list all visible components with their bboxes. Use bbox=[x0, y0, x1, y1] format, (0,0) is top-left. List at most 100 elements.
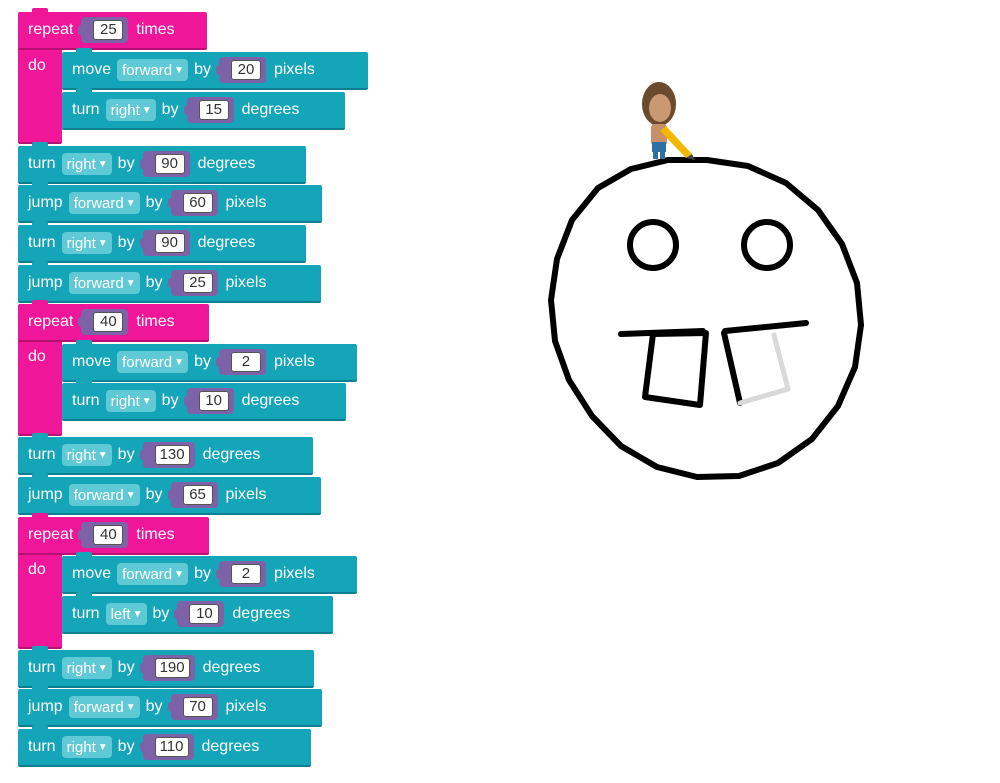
turn-block[interactable]: turn right ▼ by 90 degrees bbox=[18, 221, 306, 263]
unit-label: pixels bbox=[273, 565, 315, 582]
drawing-canvas bbox=[548, 82, 864, 480]
left-tooth bbox=[642, 330, 709, 408]
times-label: times bbox=[136, 21, 175, 38]
jump-label: jump bbox=[28, 698, 63, 715]
angle-input[interactable]: 110 bbox=[139, 734, 194, 760]
turn-block[interactable]: turn right ▼ by 110 degrees bbox=[18, 725, 311, 767]
distance-input[interactable]: 20 bbox=[215, 57, 266, 83]
by-label: by bbox=[117, 446, 135, 463]
direction-dropdown[interactable]: forward ▼ bbox=[68, 192, 140, 214]
turn-block[interactable]: turn right ▼ by 90 degrees bbox=[18, 142, 306, 184]
turn-block[interactable]: turn right ▼ by 10 degrees bbox=[62, 379, 346, 421]
repeat-label: repeat bbox=[28, 313, 74, 330]
do-label: do bbox=[28, 348, 46, 365]
distance-input[interactable]: 25 bbox=[167, 270, 218, 296]
repeat-label: repeat bbox=[28, 21, 74, 38]
unit-label: degrees bbox=[232, 605, 291, 622]
jump-block[interactable]: jump forward ▼ by 70 pixels bbox=[18, 685, 322, 727]
repeat-block[interactable]: repeat 25 times bbox=[18, 8, 207, 50]
chevron-down-icon: ▼ bbox=[174, 568, 185, 580]
turn-label: turn bbox=[72, 392, 100, 409]
direction-dropdown[interactable]: right ▼ bbox=[61, 232, 112, 254]
repeat-count-input[interactable]: 25 bbox=[78, 17, 129, 43]
chevron-down-icon: ▼ bbox=[125, 197, 136, 209]
right-tooth bbox=[721, 330, 743, 406]
move-label: move bbox=[72, 565, 112, 582]
distance-input[interactable]: 2 bbox=[215, 349, 266, 375]
turn-label: turn bbox=[28, 155, 56, 172]
turn-block[interactable]: turn right ▼ by 190 degrees bbox=[18, 646, 314, 688]
direction-dropdown[interactable]: right ▼ bbox=[105, 99, 156, 121]
left-eye bbox=[627, 219, 679, 271]
angle-input[interactable]: 90 bbox=[139, 230, 190, 256]
by-label: by bbox=[145, 194, 163, 211]
turn-label: turn bbox=[28, 738, 56, 755]
unit-label: pixels bbox=[225, 194, 267, 211]
distance-input[interactable]: 2 bbox=[215, 561, 266, 587]
jump-block[interactable]: jump forward ▼ by 65 pixels bbox=[18, 473, 321, 515]
distance-input[interactable]: 60 bbox=[167, 190, 218, 216]
unit-label: degrees bbox=[241, 101, 300, 118]
turn-label: turn bbox=[72, 605, 100, 622]
move-block[interactable]: move forward ▼ by 2 pixels bbox=[62, 340, 357, 382]
unit-label: pixels bbox=[225, 274, 267, 291]
direction-dropdown[interactable]: forward ▼ bbox=[117, 59, 189, 81]
unit-label: pixels bbox=[273, 353, 315, 370]
by-label: by bbox=[145, 486, 163, 503]
unit-label: pixels bbox=[225, 698, 267, 715]
faded-tooth bbox=[737, 332, 791, 406]
angle-input[interactable]: 90 bbox=[139, 151, 190, 177]
by-label: by bbox=[194, 565, 211, 582]
turn-label: turn bbox=[72, 101, 100, 118]
turn-block[interactable]: turn right ▼ by 15 degrees bbox=[62, 88, 345, 130]
distance-input[interactable]: 70 bbox=[167, 694, 218, 720]
direction-dropdown[interactable]: right ▼ bbox=[61, 444, 112, 466]
unit-label: degrees bbox=[202, 446, 261, 463]
right-eye bbox=[741, 219, 793, 271]
repeat-block[interactable]: repeat 40 times bbox=[18, 513, 209, 555]
turn-block[interactable]: turn right ▼ by 130 degrees bbox=[18, 433, 313, 475]
direction-dropdown[interactable]: forward ▼ bbox=[117, 351, 189, 373]
jump-block[interactable]: jump forward ▼ by 60 pixels bbox=[18, 181, 322, 223]
chevron-down-icon: ▼ bbox=[97, 237, 108, 249]
repeat-block[interactable]: repeat 40 times bbox=[18, 300, 209, 342]
angle-input[interactable]: 10 bbox=[183, 388, 234, 414]
face-outline bbox=[548, 157, 864, 480]
jump-label: jump bbox=[28, 274, 63, 291]
move-label: move bbox=[72, 61, 112, 78]
angle-input[interactable]: 15 bbox=[183, 97, 234, 123]
direction-dropdown[interactable]: forward ▼ bbox=[68, 696, 140, 718]
by-label: by bbox=[117, 155, 135, 172]
move-label: move bbox=[72, 353, 112, 370]
repeat-count-input[interactable]: 40 bbox=[78, 522, 129, 548]
chevron-down-icon: ▼ bbox=[125, 277, 136, 289]
distance-input[interactable]: 65 bbox=[167, 482, 218, 508]
direction-dropdown[interactable]: right ▼ bbox=[61, 736, 112, 758]
unit-label: degrees bbox=[241, 392, 300, 409]
direction-dropdown[interactable]: forward ▼ bbox=[117, 563, 189, 585]
direction-dropdown[interactable]: right ▼ bbox=[61, 657, 112, 679]
direction-dropdown[interactable]: right ▼ bbox=[61, 153, 112, 175]
direction-dropdown[interactable]: right ▼ bbox=[105, 390, 156, 412]
jump-block[interactable]: jump forward ▼ by 25 pixels bbox=[18, 261, 321, 303]
direction-dropdown[interactable]: forward ▼ bbox=[68, 484, 140, 506]
chevron-down-icon: ▼ bbox=[174, 64, 185, 76]
do-label: do bbox=[28, 57, 46, 74]
angle-input[interactable]: 190 bbox=[139, 655, 195, 681]
direction-dropdown[interactable]: forward ▼ bbox=[68, 272, 140, 294]
angle-input[interactable]: 130 bbox=[139, 442, 195, 468]
times-label: times bbox=[136, 526, 175, 543]
mouth-line bbox=[618, 320, 809, 337]
chevron-down-icon: ▼ bbox=[97, 449, 108, 461]
turn-block[interactable]: turn left ▼ by 10 degrees bbox=[62, 592, 333, 634]
move-block[interactable]: move forward ▼ by 20 pixels bbox=[62, 48, 368, 90]
turn-label: turn bbox=[28, 659, 56, 676]
repeat-label: repeat bbox=[28, 526, 74, 543]
repeat-count-input[interactable]: 40 bbox=[78, 309, 129, 335]
direction-dropdown[interactable]: left ▼ bbox=[105, 603, 147, 625]
move-block[interactable]: move forward ▼ by 2 pixels bbox=[62, 552, 357, 594]
by-label: by bbox=[117, 738, 135, 755]
by-label: by bbox=[117, 234, 135, 251]
by-label: by bbox=[161, 392, 179, 409]
angle-input[interactable]: 10 bbox=[174, 601, 225, 627]
